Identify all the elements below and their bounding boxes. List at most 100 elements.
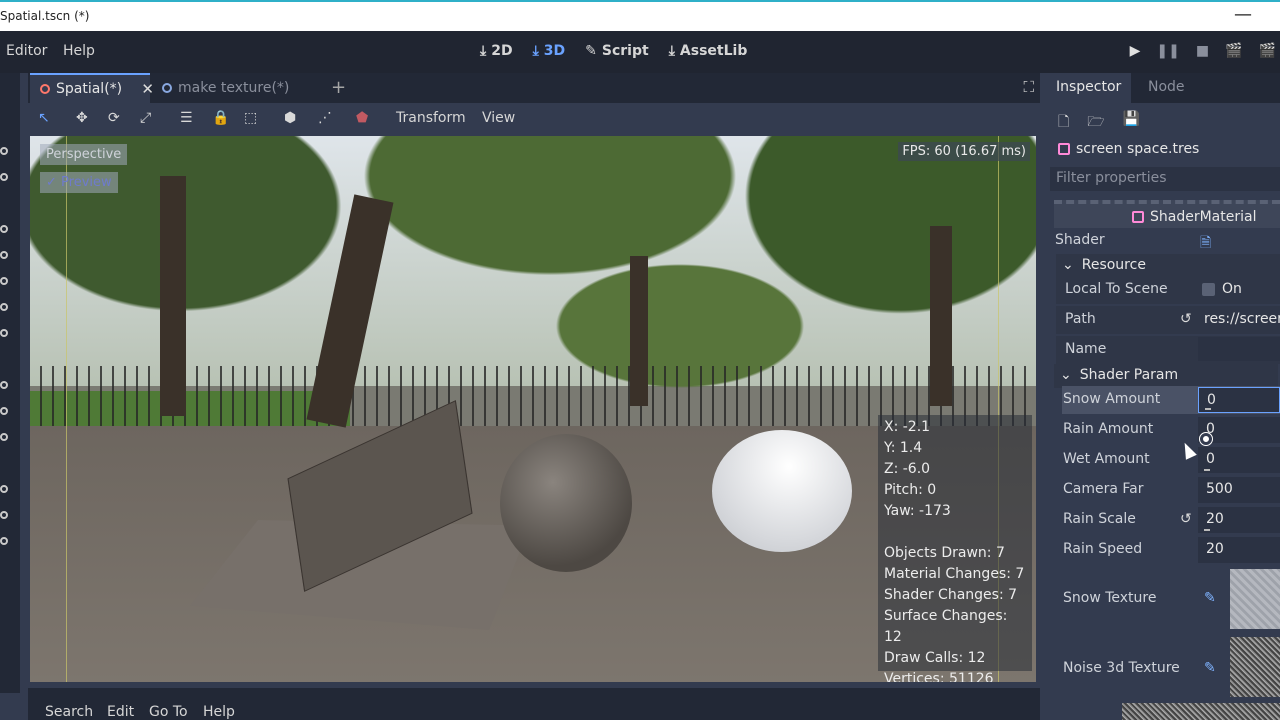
list-select-icon[interactable]: ☰: [180, 110, 193, 126]
3d-viewport[interactable]: Perspective ✓ Preview FPS: 60 (16.67 ms)…: [30, 136, 1036, 682]
edit-texture-icon[interactable]: ✎: [1204, 660, 1216, 676]
local-space-icon[interactable]: ⬢: [284, 110, 296, 126]
slider-knob[interactable]: [1199, 432, 1213, 446]
material-type-label: ShaderMaterial: [1150, 209, 1257, 225]
shader-material-icon: [1132, 211, 1144, 223]
visibility-icon[interactable]: [0, 329, 8, 337]
scale-tool-icon[interactable]: ⤢: [140, 110, 151, 126]
visibility-icon[interactable]: [0, 381, 8, 389]
open-folder-icon[interactable]: 🗁: [1087, 111, 1104, 135]
select-tool-icon[interactable]: ↖: [38, 110, 50, 126]
visibility-icon[interactable]: [0, 225, 8, 233]
visibility-icon[interactable]: [0, 407, 8, 415]
tab-node[interactable]: Node: [1138, 73, 1195, 103]
main-screen-2d[interactable]: ⤓ 2D: [480, 43, 513, 59]
prop-label: Snow Texture: [1063, 590, 1157, 606]
section-shader-param[interactable]: ⌄ Shader Param: [1054, 364, 1278, 388]
view-menu[interactable]: View: [482, 110, 515, 126]
brick-sphere-mesh[interactable]: [500, 434, 632, 572]
tab-make-texture[interactable]: make texture(*): [152, 73, 327, 103]
save-icon[interactable]: 💾: [1123, 111, 1140, 135]
material-type-header[interactable]: ShaderMaterial: [1054, 200, 1280, 228]
snap-icon[interactable]: ⋰: [318, 110, 332, 126]
pause-icon[interactable]: ❚❚: [1156, 43, 1179, 59]
prop-label: Snow Amount: [1063, 391, 1161, 407]
menu-goto[interactable]: Go To: [149, 704, 188, 720]
perspective-menu[interactable]: Perspective: [40, 144, 128, 165]
camera-far-slider[interactable]: 500: [1198, 477, 1280, 503]
preview-toggle[interactable]: ✓ Preview: [40, 172, 118, 193]
main-screen-3d[interactable]: ⤓ 3D: [533, 43, 566, 59]
menu-editor[interactable]: Editor: [6, 43, 47, 59]
prop-label: Rain Scale: [1063, 511, 1136, 527]
main-screen-assetlib[interactable]: ⤓ AssetLib: [669, 43, 748, 59]
rotate-tool-icon[interactable]: ⟳: [108, 110, 120, 126]
camera-override-icon[interactable]: ⬟: [356, 110, 368, 126]
main-screen-3d-label: 3D: [543, 43, 566, 59]
wet-amount-slider[interactable]: 0: [1198, 447, 1280, 473]
visibility-icon[interactable]: [0, 173, 8, 181]
minimize-button[interactable]: —: [1234, 4, 1252, 25]
visibility-icon[interactable]: [0, 147, 8, 155]
inspector-dock: Inspector Node 🗋 🗁 💾 screen space.tres F…: [1046, 73, 1280, 720]
section-label: Shader Param: [1079, 367, 1179, 383]
main-screen-script-label: Script: [601, 43, 649, 59]
wet-amount-value: 0: [1206, 451, 1215, 467]
lock-icon[interactable]: 🔒: [212, 110, 229, 126]
reset-icon[interactable]: ↺: [1180, 511, 1192, 527]
snow-amount-slider[interactable]: 0: [1198, 387, 1280, 413]
move-tool-icon[interactable]: ✥: [76, 110, 88, 126]
tab-spatial-label: Spatial(*): [56, 81, 123, 97]
rain-scale-slider[interactable]: 20: [1198, 507, 1280, 533]
distraction-free-icon[interactable]: ⛶: [1023, 78, 1034, 96]
name-field[interactable]: [1198, 337, 1280, 361]
add-tab-icon[interactable]: +: [331, 77, 346, 98]
main-screen-script[interactable]: ✎ Script: [585, 43, 649, 59]
stat-surface-changes: Surface Changes: 12: [884, 608, 1008, 645]
menu-search[interactable]: Search: [45, 704, 93, 720]
group-icon[interactable]: ⬚: [244, 110, 257, 126]
assetlib-icon: ⤓: [668, 43, 675, 59]
tree-trunk: [160, 176, 186, 416]
visibility-icon[interactable]: [0, 251, 8, 259]
tab-inspector[interactable]: Inspector: [1046, 73, 1132, 103]
main-screen-assetlib-label: AssetLib: [679, 43, 748, 59]
stop-icon[interactable]: ■: [1196, 43, 1209, 59]
rain-speed-slider[interactable]: 20: [1198, 537, 1280, 563]
visibility-icon[interactable]: [0, 485, 8, 493]
play-icon[interactable]: ▶: [1130, 43, 1141, 59]
2d-icon: ⤓: [480, 43, 487, 59]
visibility-icon[interactable]: [0, 303, 8, 311]
snow-texture-thumbnail[interactable]: [1230, 569, 1280, 629]
prop-label: Wet Amount: [1063, 451, 1150, 467]
edit-texture-icon[interactable]: ✎: [1204, 590, 1216, 606]
visibility-icon[interactable]: [0, 433, 8, 441]
noise-texture-thumbnail[interactable]: [1230, 637, 1280, 697]
stat-vertices: Vertices: 51126: [884, 671, 994, 682]
visibility-icon[interactable]: [0, 537, 8, 545]
tab-spatial[interactable]: Spatial(*) ✕: [30, 73, 154, 103]
white-sphere-mesh[interactable]: [712, 430, 852, 552]
visibility-icon[interactable]: [0, 511, 8, 519]
local-to-scene-checkbox[interactable]: [1202, 283, 1215, 296]
main-screen-switcher: ⤓ 2D ⤓ 3D ✎ Script ⤓ AssetLib: [480, 43, 747, 59]
menu-help[interactable]: Help: [63, 43, 95, 59]
edited-resource[interactable]: screen space.tres: [1058, 141, 1199, 157]
play-scene-icon[interactable]: 🎬: [1225, 43, 1242, 59]
prop-label: Rain Speed: [1063, 541, 1143, 557]
section-resource[interactable]: ⌄ Resource: [1056, 254, 1280, 278]
transform-menu[interactable]: Transform: [396, 110, 466, 126]
guide-line: [66, 136, 67, 682]
new-resource-icon[interactable]: 🗋: [1058, 111, 1069, 135]
tree-trunk: [630, 256, 648, 406]
reset-icon[interactable]: ↺: [1180, 311, 1192, 327]
menu-edit[interactable]: Edit: [107, 704, 134, 720]
camera-y: Y: 1.4: [884, 440, 923, 456]
snow-amount-value: 0: [1207, 392, 1216, 408]
path-field[interactable]: res://screer: [1204, 311, 1280, 327]
node-icon: [162, 83, 172, 93]
play-custom-scene-icon[interactable]: 🎬: [1259, 43, 1276, 59]
visibility-icon[interactable]: [0, 277, 8, 285]
menu-help-script[interactable]: Help: [203, 704, 235, 720]
filter-properties-input[interactable]: Filter properties: [1050, 167, 1280, 191]
